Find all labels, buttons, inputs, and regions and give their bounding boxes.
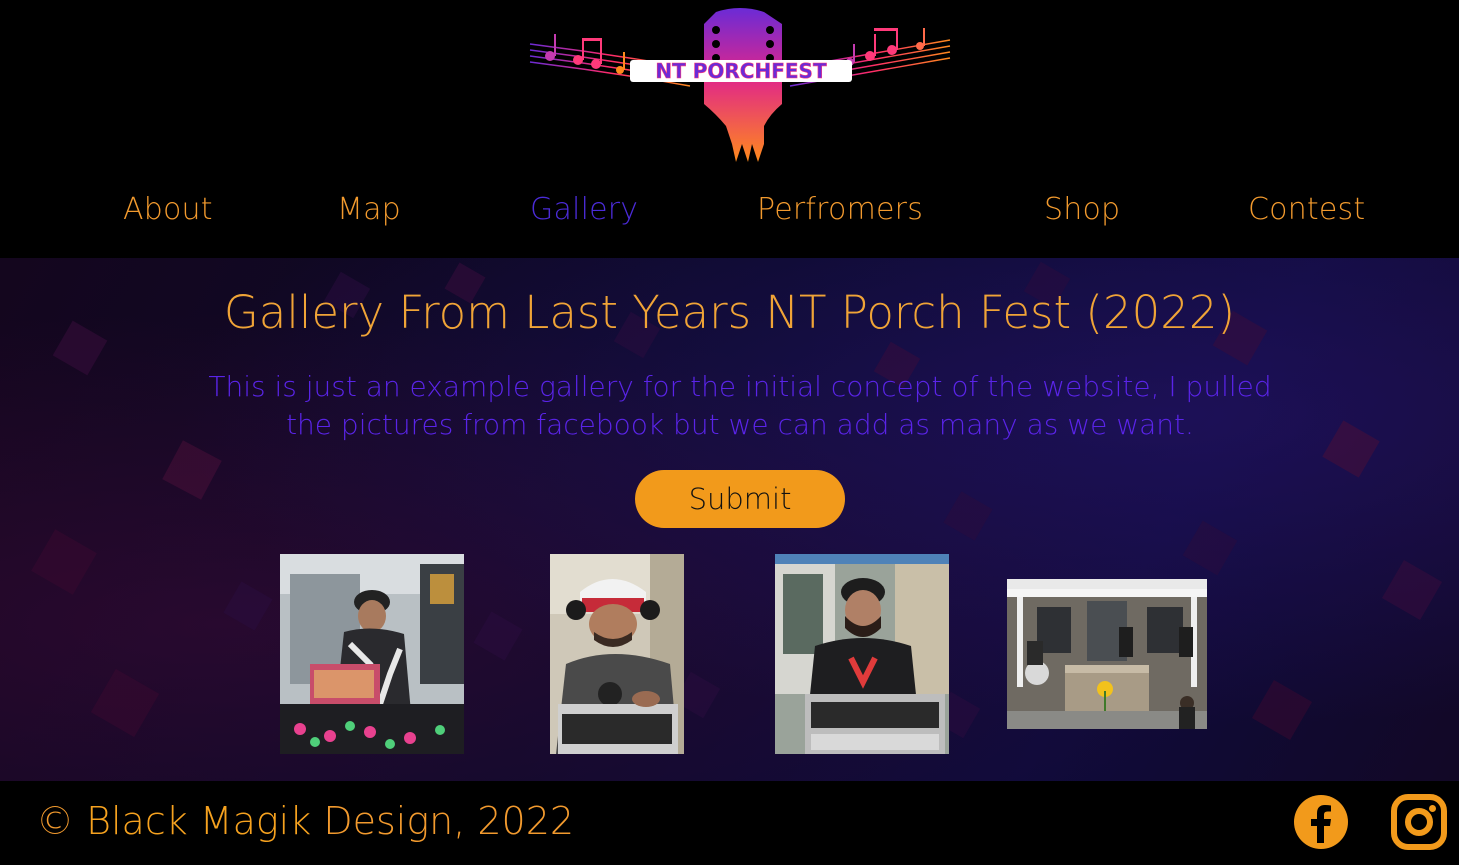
nav-shop[interactable]: Shop [1044, 192, 1120, 238]
nav-map[interactable]: Map [337, 192, 401, 238]
site-logo[interactable]: NT PORCHFEST [520, 4, 960, 168]
dj-under-tent-photo [775, 554, 949, 754]
copyright-symbol: © [36, 799, 74, 843]
nav-performers[interactable]: Perfromers [757, 192, 923, 238]
page-description: This is just an example gallery for the … [208, 370, 1272, 441]
svg-text:NT PORCHFEST: NT PORCHFEST [655, 59, 827, 83]
facebook-icon [1294, 795, 1348, 849]
site-header: NT PORCHFEST About Map Gallery Perfromer… [0, 0, 1459, 258]
facebook-link[interactable] [1292, 793, 1350, 851]
brand-name[interactable]: Black Magik [86, 799, 311, 843]
guitar-headstock-logo-icon: NT PORCHFEST [529, 8, 951, 162]
gallery-section: Gallery From Last Years NT Porch Fest (2… [0, 258, 1459, 781]
copyright-rest: Design, 2022 [323, 799, 575, 843]
page-title: Gallery From Last Years NT Porch Fest (2… [223, 286, 1236, 339]
dj-red-cap-headphones-photo [550, 554, 684, 754]
site-footer: © Black Magik Design, 2022 [0, 781, 1459, 865]
gallery-photo-2[interactable] [550, 554, 684, 754]
dj-mixing-outdoors-photo [280, 554, 464, 754]
band-on-porch-photo [1007, 579, 1207, 729]
copyright-text: © Black Magik Design, 2022 [36, 799, 574, 843]
instagram-icon [1391, 794, 1447, 850]
gallery-photo-4[interactable] [1007, 579, 1207, 729]
gallery-photo-3[interactable] [775, 554, 949, 754]
gallery-photo-1[interactable] [280, 554, 464, 754]
instagram-link[interactable] [1390, 793, 1448, 851]
submit-button[interactable]: Submit [635, 470, 845, 528]
nav-gallery[interactable]: Gallery [530, 192, 638, 238]
nav-contest[interactable]: Contest [1248, 192, 1365, 238]
nav-about[interactable]: About [123, 192, 213, 238]
